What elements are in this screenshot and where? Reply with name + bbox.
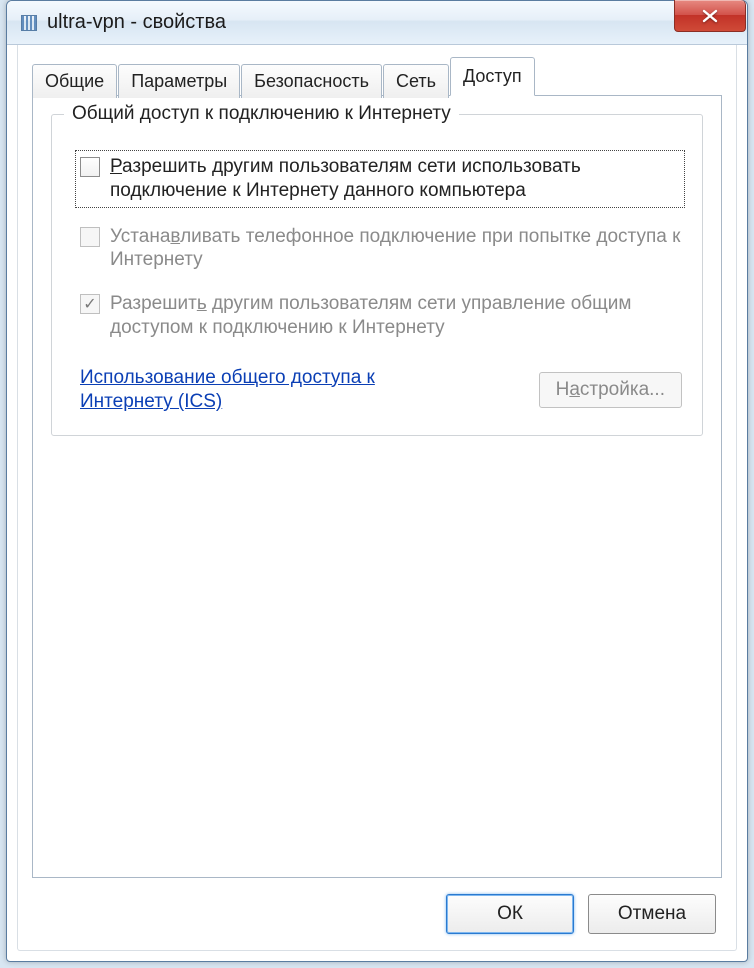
cancel-button[interactable]: Отмена: [588, 894, 716, 934]
checkbox-establish-dialup: Устанавливать телефонное подключение при…: [80, 225, 682, 273]
close-icon: [701, 9, 719, 23]
checkbox-label: Разрешить другим пользователям сети упра…: [110, 292, 682, 340]
app-icon: [21, 15, 37, 31]
checkbox-label: Разрешить другим пользователям сети испо…: [110, 155, 680, 203]
tab-networking[interactable]: Сеть: [383, 64, 449, 98]
titlebar[interactable]: ultra-vpn - свойства: [7, 1, 747, 45]
tab-options[interactable]: Параметры: [118, 64, 240, 98]
properties-dialog: ultra-vpn - свойства Общие Параметры Без…: [6, 0, 748, 962]
window-title: ultra-vpn - свойства: [47, 11, 226, 34]
checkbox-icon: [80, 157, 100, 177]
checkbox-allow-others[interactable]: Разрешить другим пользователям сети испо…: [78, 153, 682, 205]
checkbox-icon: [80, 227, 100, 247]
dialog-footer: ОК Отмена: [32, 878, 722, 936]
tab-sharing[interactable]: Доступ: [450, 57, 535, 96]
link-row: Использование общего доступа к Интернету…: [72, 366, 682, 415]
close-button[interactable]: [674, 0, 746, 32]
settings-button: Настройка...: [539, 372, 682, 408]
checkbox-label: Устанавливать телефонное подключение при…: [110, 225, 682, 273]
checkbox-icon: ✓: [80, 294, 100, 314]
client-area: Общие Параметры Безопасность Сеть Доступ…: [17, 45, 737, 951]
tab-strip: Общие Параметры Безопасность Сеть Доступ: [32, 57, 722, 96]
ok-button[interactable]: ОК: [446, 894, 574, 934]
ics-help-link[interactable]: Использование общего доступа к Интернету…: [80, 366, 440, 415]
tab-security[interactable]: Безопасность: [241, 64, 382, 98]
tab-general[interactable]: Общие: [32, 64, 117, 98]
group-title: Общий доступ к подключению к Интернету: [64, 103, 459, 125]
tab-page-sharing: Общий доступ к подключению к Интернету Р…: [32, 95, 722, 878]
checkbox-allow-control: ✓ Разрешить другим пользователям сети уп…: [80, 292, 682, 340]
group-internet-sharing: Общий доступ к подключению к Интернету Р…: [51, 114, 703, 436]
